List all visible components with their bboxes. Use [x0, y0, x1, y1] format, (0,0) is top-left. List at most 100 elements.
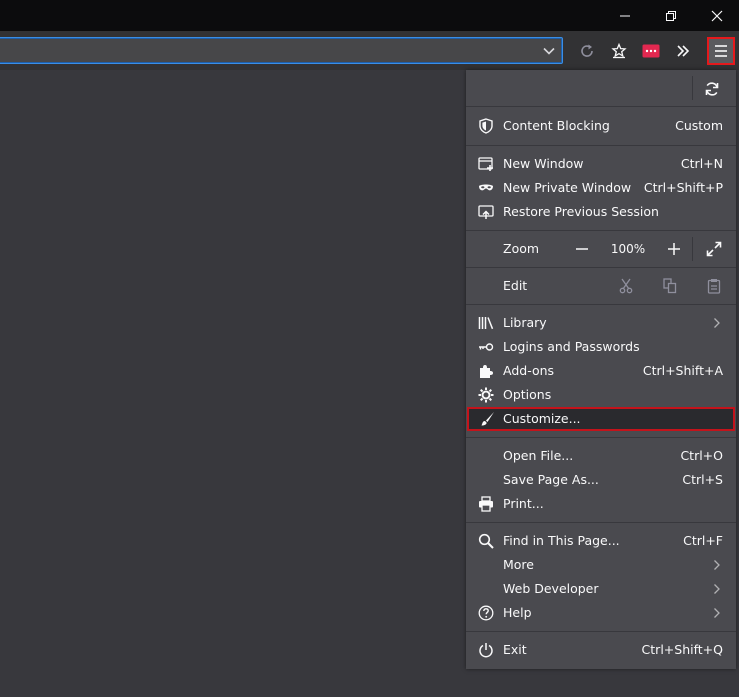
library-item[interactable]: Library — [466, 311, 736, 335]
exit-item[interactable]: Exit Ctrl+Shift+Q — [466, 638, 736, 662]
app-menu-panel: Content Blocking Custom New Window Ctrl+… — [466, 70, 736, 669]
paste-button[interactable] — [696, 268, 732, 304]
zoom-controls: Zoom 100% — [466, 231, 736, 267]
open-file-item[interactable]: Open File... Ctrl+O — [466, 444, 736, 468]
edit-label: Edit — [503, 278, 528, 293]
addons-shortcut: Ctrl+Shift+A — [642, 363, 723, 378]
content-blocking-label: Content Blocking — [503, 118, 610, 133]
new-window-item[interactable]: New Window Ctrl+N — [466, 152, 736, 176]
bookmark-star-icon — [611, 43, 627, 59]
restore-session-icon — [478, 204, 494, 220]
addons-item[interactable]: Add-ons Ctrl+Shift+A — [466, 359, 736, 383]
web-developer-item[interactable]: Web Developer — [466, 577, 736, 601]
restore-session-item[interactable]: Restore Previous Session — [466, 200, 736, 224]
new-private-window-label: New Private Window — [503, 180, 632, 195]
url-bar[interactable] — [0, 37, 563, 64]
search-icon — [478, 533, 494, 549]
minimize-icon — [620, 15, 630, 16]
plus-icon — [668, 243, 680, 255]
cut-button[interactable] — [608, 268, 644, 304]
new-window-shortcut: Ctrl+N — [680, 156, 723, 171]
power-icon — [478, 642, 494, 658]
open-file-shortcut: Ctrl+O — [680, 448, 723, 463]
save-page-label: Save Page As... — [503, 472, 599, 487]
overflow-chevrons-icon — [677, 45, 690, 57]
chevron-right-icon — [714, 608, 720, 618]
open-file-label: Open File... — [503, 448, 574, 463]
new-private-window-item[interactable]: New Private Window Ctrl+Shift+P — [466, 176, 736, 200]
fullscreen-icon — [706, 241, 722, 257]
printer-icon — [478, 496, 494, 512]
open-menu-button[interactable] — [707, 37, 735, 65]
minimize-button[interactable] — [602, 0, 648, 31]
restore-icon — [666, 10, 676, 21]
chevron-right-icon — [714, 584, 720, 594]
chevron-right-icon — [714, 318, 720, 328]
divider — [692, 76, 693, 100]
more-label: More — [503, 557, 534, 572]
chevron-right-icon — [714, 560, 720, 570]
clipboard-icon — [707, 279, 721, 294]
web-developer-label: Web Developer — [503, 581, 599, 596]
nav-toolbar — [0, 31, 739, 70]
zoom-out-button[interactable] — [564, 231, 600, 267]
copy-icon — [663, 278, 677, 294]
edit-controls: Edit — [466, 268, 736, 304]
close-window-button[interactable] — [694, 0, 739, 31]
close-icon — [711, 10, 723, 21]
paintbrush-icon — [479, 411, 495, 427]
divider — [692, 237, 693, 261]
library-label: Library — [503, 315, 547, 330]
options-label: Options — [503, 387, 552, 402]
content-blocking-value: Custom — [675, 118, 723, 133]
bookmark-button[interactable] — [606, 38, 632, 64]
restore-session-label: Restore Previous Session — [503, 204, 659, 219]
extension-button[interactable] — [638, 38, 664, 64]
gear-icon — [478, 387, 494, 403]
scissors-icon — [619, 278, 633, 294]
exit-label: Exit — [503, 642, 527, 657]
logins-label: Logins and Passwords — [503, 339, 640, 354]
sync-icon — [705, 82, 719, 96]
puzzle-piece-icon — [478, 363, 494, 379]
exit-shortcut: Ctrl+Shift+Q — [641, 642, 723, 657]
fullscreen-button[interactable] — [696, 231, 732, 267]
zoom-in-button[interactable] — [656, 231, 692, 267]
reload-button[interactable] — [574, 38, 600, 64]
key-icon — [478, 339, 494, 355]
zoom-reset-button[interactable]: 100% — [606, 241, 650, 257]
customize-item[interactable]: Customize... — [467, 407, 735, 431]
content-blocking-item[interactable]: Content Blocking Custom — [466, 114, 736, 138]
hamburger-menu-icon — [715, 45, 727, 57]
new-window-icon — [478, 156, 494, 172]
library-icon — [478, 315, 494, 331]
find-label: Find in This Page... — [503, 533, 620, 548]
zoom-label: Zoom — [503, 241, 540, 256]
copy-button[interactable] — [652, 268, 688, 304]
private-mask-icon — [478, 180, 494, 196]
help-icon — [478, 605, 494, 621]
save-page-shortcut: Ctrl+S — [682, 472, 723, 487]
options-item[interactable]: Options — [466, 383, 736, 407]
print-item[interactable]: Print... — [466, 492, 736, 516]
find-in-page-item[interactable]: Find in This Page... Ctrl+F — [466, 529, 736, 553]
save-page-item[interactable]: Save Page As... Ctrl+S — [466, 468, 736, 492]
new-window-label: New Window — [503, 156, 584, 171]
extension-icon — [642, 44, 660, 58]
addons-label: Add-ons — [503, 363, 555, 378]
logins-passwords-item[interactable]: Logins and Passwords — [466, 335, 736, 359]
title-bar — [0, 0, 739, 31]
new-private-window-shortcut: Ctrl+Shift+P — [643, 180, 723, 195]
sync-header — [466, 70, 736, 106]
sync-button[interactable] — [702, 79, 722, 99]
restore-button[interactable] — [648, 0, 694, 31]
customize-label: Customize... — [503, 411, 581, 426]
help-item[interactable]: Help — [466, 601, 736, 625]
chevron-down-icon[interactable] — [542, 44, 556, 58]
minus-icon — [576, 248, 588, 250]
overflow-button[interactable] — [670, 38, 696, 64]
print-label: Print... — [503, 496, 544, 511]
help-label: Help — [503, 605, 532, 620]
more-item[interactable]: More — [466, 553, 736, 577]
shield-icon — [478, 118, 494, 134]
